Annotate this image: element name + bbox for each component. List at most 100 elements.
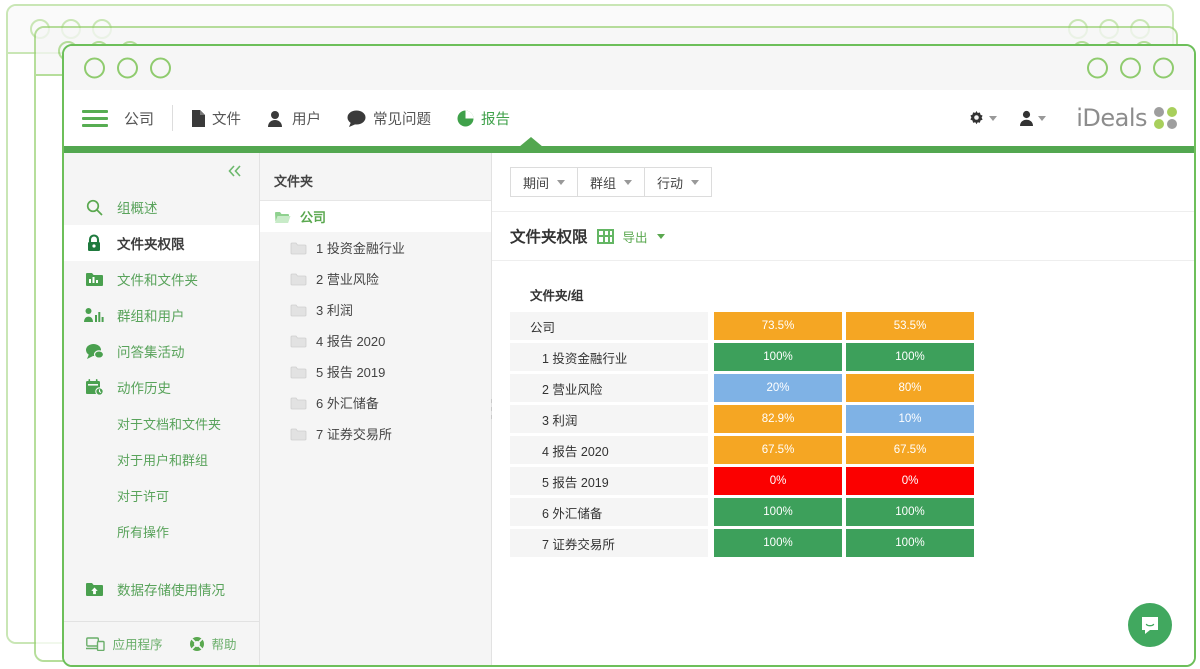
user-icon [1020, 110, 1034, 126]
sidebar-item-storage-usage[interactable]: 数据存储使用情况 [64, 571, 259, 607]
sidebar-item-for-users-and-groups[interactable]: 对于用户和群组 [64, 441, 259, 477]
sidebar-item-action-history[interactable]: 动作历史 [64, 369, 259, 405]
tree-node-7[interactable]: 7 证券交易所 [260, 418, 491, 449]
sidebar-item-all-operations[interactable]: 所有操作 [64, 513, 259, 549]
users-chart-icon [84, 305, 104, 325]
nav-item-label: 报告 [481, 111, 511, 128]
heatmap-cell[interactable]: 0% [846, 467, 974, 495]
group-filter-label: 群组 [590, 175, 617, 191]
chevron-down-icon [989, 115, 998, 121]
table-row[interactable]: 6 外汇储备 100% 100% [510, 498, 1176, 526]
sidebar-item-label: 所有操作 [117, 524, 170, 540]
table-row[interactable]: 2 营业风险 20% 80% [510, 374, 1176, 402]
nav-item-users[interactable]: 用户 [254, 90, 334, 146]
table-row[interactable]: 1 投资金融行业 100% 100% [510, 343, 1176, 371]
period-filter-label: 期间 [523, 175, 550, 191]
tree-node-company[interactable]: 公司 [260, 201, 491, 232]
row-cells: 73.5% 53.5% [714, 312, 974, 340]
nav-item-faq[interactable]: 常见问题 [334, 90, 444, 146]
heatmap-cell[interactable]: 82.9% [714, 405, 842, 433]
traffic-lights-left[interactable] [84, 57, 171, 79]
heatmap-cell[interactable]: 10% [846, 405, 974, 433]
tree-node-2[interactable]: 2 营业风险 [260, 263, 491, 294]
sidebar-item-label: 对于用户和群组 [117, 452, 209, 468]
sidebar-collapse-button[interactable] [64, 153, 259, 189]
brand-name: iDeals [1076, 104, 1147, 132]
hamburger-icon[interactable] [82, 109, 108, 127]
heatmap-cell[interactable]: 100% [714, 498, 842, 526]
sidebar-item-files-and-folders[interactable]: 文件和文件夹 [64, 261, 259, 297]
heatmap-cell[interactable]: 0% [714, 467, 842, 495]
heatmap-cell[interactable]: 100% [846, 343, 974, 371]
report-title-row: 文件夹权限 导出 [492, 212, 1194, 261]
folder-icon [290, 273, 307, 285]
row-label: 公司 [510, 312, 708, 340]
traffic-lights-right[interactable] [1087, 57, 1174, 79]
filters-toolbar: 期间 群组 行动 [492, 153, 1194, 212]
nav-company[interactable]: 公司 [122, 90, 172, 146]
heatmap-cell[interactable]: 73.5% [714, 312, 842, 340]
sidebar-footer-label: 帮助 [211, 638, 237, 652]
tree-node-1[interactable]: 1 投资金融行业 [260, 232, 491, 263]
tree-node-label: 6 外汇储备 [316, 396, 379, 411]
heatmap-cell[interactable]: 53.5% [846, 312, 974, 340]
nav-item-files[interactable]: 文件 [177, 90, 254, 146]
sidebar-item-group-overview[interactable]: 组概述 [64, 189, 259, 225]
table-row[interactable]: 3 利润 82.9% 10% [510, 405, 1176, 433]
sidebar-item-for-permissions[interactable]: 对于许可 [64, 477, 259, 513]
row-cells: 82.9% 10% [714, 405, 974, 433]
gear-icon [970, 110, 983, 124]
sidebar-footer-apps[interactable]: 应用程序 [86, 634, 163, 653]
row-label: 7 证券交易所 [510, 529, 708, 557]
window-dot-2[interactable] [1120, 57, 1141, 79]
group-filter-button[interactable]: 群组 [577, 167, 646, 197]
heatmap-cell[interactable]: 100% [714, 529, 842, 557]
nav-item-reports[interactable]: 报告 [444, 90, 523, 146]
chevron-down-icon[interactable] [656, 233, 665, 239]
account-menu[interactable] [1009, 110, 1056, 126]
heatmap-cell[interactable]: 100% [846, 529, 974, 557]
tree-node-6[interactable]: 6 外汇储备 [260, 387, 491, 418]
chat-icon [347, 110, 366, 127]
sidebar-item-label: 对于文档和文件夹 [117, 416, 222, 432]
sidebar-footer-help[interactable]: 帮助 [189, 634, 237, 653]
heatmap-cell[interactable]: 20% [714, 374, 842, 402]
sidebar: 组概述 文件夹权限 文件和文件夹 群组和用户 问答集活动 动作历史 对于文档和文… [64, 153, 260, 665]
maximize-dot[interactable] [150, 57, 171, 79]
export-button[interactable]: 导出 [623, 227, 648, 246]
tree-node-4[interactable]: 4 报告 2020 [260, 325, 491, 356]
tree-node-3[interactable]: 3 利润 [260, 294, 491, 325]
window-dot-1[interactable] [1087, 57, 1108, 79]
sidebar-item-qa-activity[interactable]: 问答集活动 [64, 333, 259, 369]
table-row[interactable]: 公司 73.5% 53.5% [510, 312, 1176, 340]
sidebar-item-for-docs-and-folders[interactable]: 对于文档和文件夹 [64, 405, 259, 441]
action-filter-button[interactable]: 行动 [644, 167, 713, 197]
heatmap-cell[interactable]: 100% [714, 343, 842, 371]
table-row[interactable]: 7 证券交易所 100% 100% [510, 529, 1176, 557]
sidebar-item-folder-permissions[interactable]: 文件夹权限 [64, 225, 259, 261]
period-filter-button[interactable]: 期间 [510, 167, 579, 197]
row-cells: 100% 100% [714, 498, 974, 526]
tree-node-label: 5 报告 2019 [316, 365, 386, 380]
table-row[interactable]: 4 报告 2020 67.5% 67.5% [510, 436, 1176, 464]
minimize-dot[interactable] [117, 57, 138, 79]
window-dot-3[interactable] [1153, 57, 1174, 79]
table-row[interactable]: 5 报告 2019 0% 0% [510, 467, 1176, 495]
nav-divider [172, 105, 174, 131]
heatmap-cell[interactable]: 80% [846, 374, 974, 402]
table-grid-icon[interactable] [596, 228, 614, 244]
heatmap-cell[interactable]: 67.5% [846, 436, 974, 464]
tree-node-5[interactable]: 5 报告 2019 [260, 356, 491, 387]
chevron-down-icon [1038, 115, 1047, 121]
screen: 公司 文件 用户 常见问题 报告 iDeals 组概述 文件夹权限 文件和文件夹… [0, 0, 1200, 669]
close-dot[interactable] [84, 57, 105, 79]
settings-menu[interactable] [958, 110, 1007, 127]
row-label: 3 利润 [510, 405, 708, 433]
heatmap-cell[interactable]: 100% [846, 498, 974, 526]
tree-node-label: 4 报告 2020 [316, 334, 386, 349]
row-label: 5 报告 2019 [510, 467, 708, 495]
main-panel: 期间 群组 行动 文件夹权限 导出 文件夹/组 公司 73.5% 53.5% 1… [492, 153, 1194, 665]
chat-widget-button[interactable] [1128, 603, 1172, 647]
heatmap-cell[interactable]: 67.5% [714, 436, 842, 464]
sidebar-item-groups-and-users[interactable]: 群组和用户 [64, 297, 259, 333]
